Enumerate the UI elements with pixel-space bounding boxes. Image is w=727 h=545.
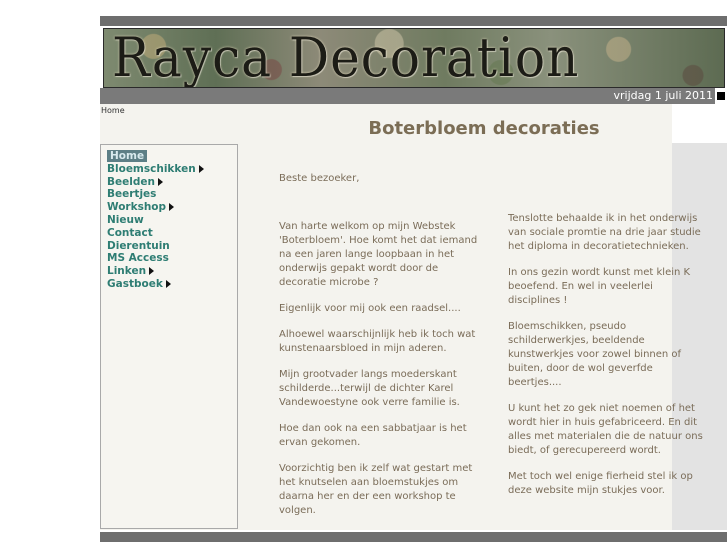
- submenu-arrow-icon: [157, 177, 163, 186]
- paragraph: Voorzichtig ben ik zelf wat gestart met …: [279, 463, 473, 516]
- paragraph: Alhoewel waarschijnlijk heb ik toch wat …: [279, 329, 476, 354]
- menu-item-workshop[interactable]: Workshop: [107, 201, 204, 214]
- paragraph: Hoe dan ook na een sabbatjaar is het erv…: [279, 423, 467, 448]
- content-column-right: Tenslotte behaalde ik in het onderwijs v…: [508, 212, 708, 510]
- menu-item-ms-access[interactable]: MS Access: [107, 252, 204, 265]
- paragraph: Bloemschikken, pseudo schilderwerkjes, b…: [508, 321, 682, 388]
- menu-item-label: Nieuw: [107, 213, 144, 226]
- content-column-left: Beste bezoeker, Van harte welkom op mijn…: [279, 172, 479, 530]
- submenu-arrow-icon: [165, 279, 171, 288]
- menu-item-home[interactable]: Home: [107, 150, 204, 163]
- breadcrumb[interactable]: Home: [101, 106, 125, 115]
- submenu-arrow-icon: [198, 164, 204, 173]
- bottom-border-bar: [100, 532, 727, 542]
- menu-item-label: Dierentuin: [107, 239, 170, 252]
- submenu-arrow-icon: [149, 267, 155, 276]
- paragraph: Van harte welkom op mijn Webstek 'Boterb…: [279, 221, 478, 288]
- menu-item-bloemschikken[interactable]: Bloemschikken: [107, 163, 204, 176]
- main-content: Home Boterbloem decoraties Home Bloemschi…: [100, 104, 703, 530]
- menu-item-beelden[interactable]: Beelden: [107, 176, 204, 189]
- menu-item-label: Home: [107, 150, 148, 162]
- menu-item-nieuw[interactable]: Nieuw: [107, 214, 204, 227]
- paragraph: Mijn grootvader langs moederskant schild…: [279, 369, 460, 408]
- page-title: Boterbloem decoraties: [368, 118, 600, 139]
- menu-item-label: Contact: [107, 226, 153, 239]
- paragraph: Met toch wel enige fierheid stel ik op d…: [508, 471, 693, 496]
- sidebar-menu: Home Bloemschikken Beelden Beertjes Workshop…: [100, 144, 238, 529]
- current-date: vrijdag 1 juli 2011: [613, 89, 713, 102]
- site-banner[interactable]: Rayca Decoration: [103, 28, 725, 88]
- paragraph: Eigenlijk voor mij ook een raadsel....: [279, 303, 461, 314]
- menu-item-label: Bloemschikken: [107, 162, 196, 175]
- menu-item-gastboek[interactable]: Gastboek: [107, 278, 204, 291]
- date-bar: vrijdag 1 juli 2011: [100, 88, 715, 104]
- menu-item-dierentuin[interactable]: Dierentuin: [107, 240, 204, 253]
- menu-item-linken[interactable]: Linken: [107, 265, 204, 278]
- greeting: Beste bezoeker,: [279, 173, 360, 184]
- menu-item-label: Gastboek: [107, 277, 163, 290]
- nav-menu: Home Bloemschikken Beelden Beertjes Workshop…: [107, 150, 204, 291]
- menu-item-label: Beelden: [107, 175, 155, 188]
- menu-item-label: Workshop: [107, 201, 167, 214]
- top-border-bar: [100, 16, 727, 26]
- submenu-arrow-icon: [169, 203, 175, 212]
- site-logo-text: Rayca Decoration: [112, 28, 580, 88]
- menu-item-label: MS Access: [107, 252, 169, 265]
- menu-item-label: Linken: [107, 265, 147, 278]
- paragraph: In ons gezin wordt kunst met klein K beo…: [508, 267, 691, 306]
- menu-item-beertjes[interactable]: Beertjes: [107, 188, 204, 201]
- date-bar-end-marker: [717, 92, 725, 100]
- menu-item-contact[interactable]: Contact: [107, 227, 204, 240]
- paragraph: Tenslotte behaalde ik in het onderwijs v…: [508, 213, 701, 252]
- menu-item-label: Beertjes: [107, 188, 157, 201]
- paragraph: U kunt het zo gek niet noemen of het wor…: [508, 403, 703, 456]
